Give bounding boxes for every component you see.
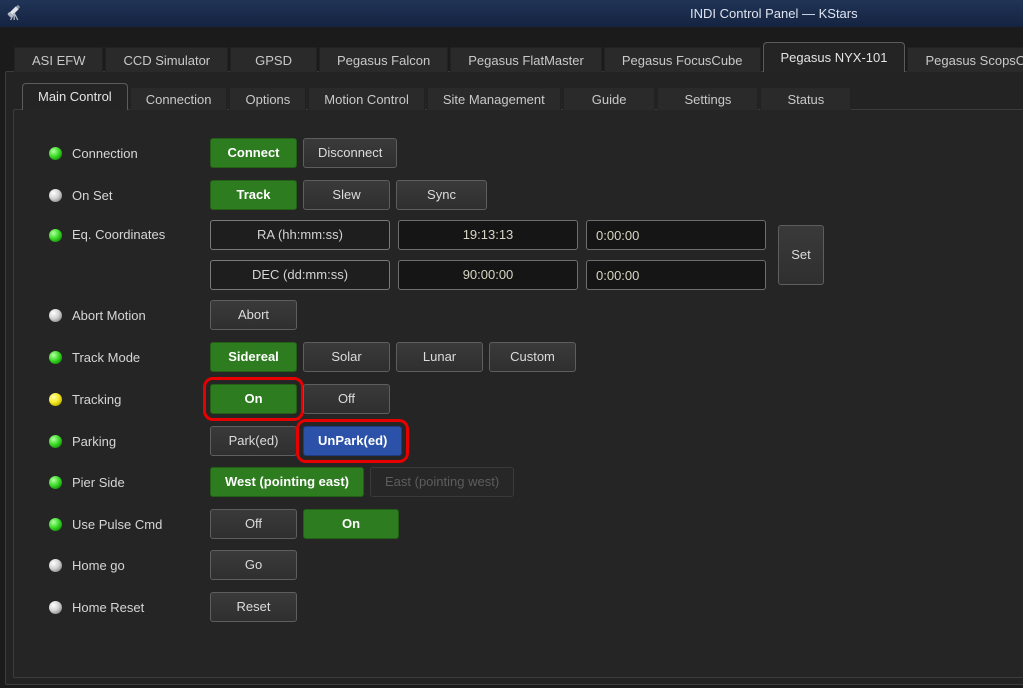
custom-button[interactable]: Custom <box>489 342 576 372</box>
row-label: Track Mode <box>72 350 140 365</box>
connection-status-led <box>49 147 62 160</box>
row-pier-side: Pier Side West (pointing east) East (poi… <box>0 467 1023 497</box>
home-go-button[interactable]: Go <box>210 550 297 580</box>
tab-pegasus-falcon[interactable]: Pegasus Falcon <box>319 47 448 72</box>
pulse-on-button[interactable]: On <box>303 509 399 539</box>
row-label: On Set <box>72 188 112 203</box>
tab-pegasus-flatmaster[interactable]: Pegasus FlatMaster <box>450 47 602 72</box>
unpark-button[interactable]: UnPark(ed) <box>303 426 402 456</box>
tab-guide[interactable]: Guide <box>563 87 656 110</box>
home-reset-button[interactable]: Reset <box>210 592 297 622</box>
sync-button[interactable]: Sync <box>396 180 487 210</box>
sidereal-button[interactable]: Sidereal <box>210 342 297 372</box>
ra-input[interactable] <box>586 220 766 250</box>
tab-options[interactable]: Options <box>229 87 306 110</box>
row-label: Tracking <box>72 392 121 407</box>
row-label: Connection <box>72 146 138 161</box>
row-label: Parking <box>72 434 116 449</box>
track-button[interactable]: Track <box>210 180 297 210</box>
use-pulse-cmd-status-led <box>49 518 62 531</box>
window-titlebar: INDI Control Panel — KStars <box>0 0 1023 27</box>
row-label: Use Pulse Cmd <box>72 517 162 532</box>
dec-input[interactable] <box>586 260 766 290</box>
tab-gpsd[interactable]: GPSD <box>230 47 317 72</box>
connect-button[interactable]: Connect <box>210 138 297 168</box>
tab-pegasus-nyx-101[interactable]: Pegasus NYX-101 <box>763 42 906 72</box>
dec-label: DEC (dd:mm:ss) <box>210 260 390 290</box>
park-button[interactable]: Park(ed) <box>210 426 297 456</box>
set-button[interactable]: Set <box>778 225 824 285</box>
pier-east-button[interactable]: East (pointing west) <box>370 467 514 497</box>
row-label: Eq. Coordinates <box>72 227 165 242</box>
row-eq-coordinates: Eq. Coordinates RA (hh:mm:ss) 19:13:13 D… <box>0 220 1023 290</box>
telescope-icon <box>6 4 23 24</box>
tracking-status-led <box>49 393 62 406</box>
eq-coordinates-status-led <box>49 229 62 242</box>
row-parking: Parking Park(ed) UnPark(ed) <box>0 426 1023 456</box>
row-tracking: Tracking On Off <box>0 384 1023 414</box>
row-label: Home go <box>72 558 125 573</box>
row-home-reset: Home Reset Reset <box>0 592 1023 622</box>
tab-asi-efw[interactable]: ASI EFW <box>14 47 103 72</box>
row-on-set: On Set Track Slew Sync <box>0 180 1023 210</box>
tracking-on-button[interactable]: On <box>210 384 297 414</box>
tab-main-control[interactable]: Main Control <box>22 83 128 110</box>
pulse-off-button[interactable]: Off <box>210 509 297 539</box>
tab-ccd-simulator[interactable]: CCD Simulator <box>105 47 228 72</box>
abort-motion-status-led <box>49 309 62 322</box>
row-label: Abort Motion <box>72 308 146 323</box>
tab-pegasus-scopsoag[interactable]: Pegasus ScopsOAG <box>907 47 1023 72</box>
tracking-off-button[interactable]: Off <box>303 384 390 414</box>
row-home-go: Home go Go <box>0 550 1023 580</box>
section-tabbar: Main Control Connection Options Motion C… <box>22 83 851 110</box>
on-set-status-led <box>49 189 62 202</box>
row-label: Home Reset <box>72 600 144 615</box>
tab-motion-control[interactable]: Motion Control <box>308 87 425 110</box>
track-mode-status-led <box>49 351 62 364</box>
pier-side-status-led <box>49 476 62 489</box>
row-track-mode: Track Mode Sidereal Solar Lunar Custom <box>0 342 1023 372</box>
home-reset-status-led <box>49 601 62 614</box>
ra-value: 19:13:13 <box>398 220 578 250</box>
parking-status-led <box>49 435 62 448</box>
solar-button[interactable]: Solar <box>303 342 390 372</box>
row-abort-motion: Abort Motion Abort <box>0 300 1023 330</box>
dec-value: 90:00:00 <box>398 260 578 290</box>
device-tabbar: ASI EFW CCD Simulator GPSD Pegasus Falco… <box>14 42 1023 72</box>
disconnect-button[interactable]: Disconnect <box>303 138 397 168</box>
row-label: Pier Side <box>72 475 125 490</box>
tab-settings[interactable]: Settings <box>657 87 758 110</box>
ra-label: RA (hh:mm:ss) <box>210 220 390 250</box>
slew-button[interactable]: Slew <box>303 180 390 210</box>
home-go-status-led <box>49 559 62 572</box>
pier-west-button[interactable]: West (pointing east) <box>210 467 364 497</box>
tab-pegasus-focuscube[interactable]: Pegasus FocusCube <box>604 47 761 72</box>
abort-button[interactable]: Abort <box>210 300 297 330</box>
tab-status[interactable]: Status <box>760 87 851 110</box>
lunar-button[interactable]: Lunar <box>396 342 483 372</box>
row-connection: Connection Connect Disconnect <box>0 138 1023 168</box>
row-use-pulse-cmd: Use Pulse Cmd Off On <box>0 509 1023 539</box>
window-title: INDI Control Panel — KStars <box>690 0 858 27</box>
tab-connection[interactable]: Connection <box>130 87 228 110</box>
tab-site-management[interactable]: Site Management <box>427 87 561 110</box>
